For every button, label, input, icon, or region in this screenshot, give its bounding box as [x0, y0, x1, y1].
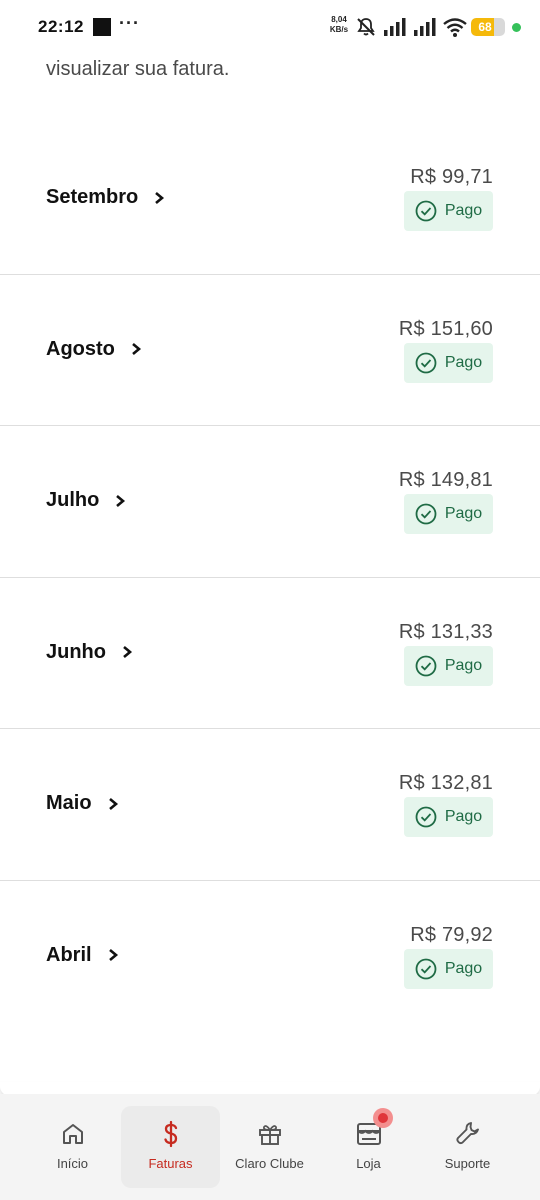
battery-level: 68: [478, 20, 492, 34]
chevron-right-icon: [155, 191, 165, 204]
invoice-row[interactable]: Maio R$ 132,81 Pago: [0, 729, 540, 881]
gift-icon: [256, 1120, 284, 1148]
invoice-amount: R$ 132,81: [398, 772, 493, 795]
status-bar: 22:12 ··· 8,04 KB/s 68: [0, 0, 540, 56]
nav-label: Início: [56, 1156, 89, 1171]
invoice-month: Setembro: [46, 186, 139, 208]
status-label: Pago: [444, 505, 483, 523]
invoice-row[interactable]: Agosto R$ 151,60 Pago: [0, 275, 540, 427]
invoice-row[interactable]: Abril R$ 79,92 Pago: [0, 881, 540, 1033]
status-badge: Pago: [404, 797, 493, 838]
more-notifications-icon: ···: [119, 13, 140, 33]
invoice-month: Maio: [46, 792, 92, 815]
nav-item-inicio[interactable]: Início: [23, 1106, 122, 1188]
status-badge: Pago: [404, 645, 493, 686]
invoice-amount: R$ 79,92: [410, 923, 493, 946]
nav-item-faturas[interactable]: Faturas: [121, 1106, 220, 1188]
nav-label: Suporte: [444, 1156, 491, 1171]
status-label: Pago: [444, 656, 483, 674]
status-label: Pago: [444, 959, 483, 977]
invoice-month-link[interactable]: Abril: [46, 944, 120, 967]
notification-badge-dot: [378, 1113, 388, 1123]
bottom-nav: Início Faturas Claro Clube Loja Suporte: [0, 1094, 540, 1200]
nav-item-loja[interactable]: Loja: [319, 1106, 418, 1188]
status-time: 22:12: [38, 17, 84, 36]
status-label: Pago: [444, 808, 483, 826]
check-circle-icon: [415, 352, 437, 373]
invoice-amount: R$ 151,60: [398, 317, 493, 340]
network-speed: 8,04 KB/s: [326, 15, 352, 35]
check-circle-icon: [415, 806, 437, 828]
nav-item-claro-clube[interactable]: Claro Clube: [220, 1106, 319, 1188]
invoice-month-link[interactable]: Julho: [46, 489, 127, 512]
chevron-right-icon: [116, 494, 126, 507]
invoice-list: Setembro R$ 99,71 Pago Agosto R$ 151,60 …: [0, 123, 540, 1033]
network-speed-unit: KB/s: [329, 25, 349, 34]
invoice-amount: R$ 99,71: [410, 166, 493, 188]
nav-label: Faturas: [148, 1156, 193, 1171]
signal-icon: [384, 18, 406, 36]
check-circle-icon: [415, 655, 437, 677]
home-icon: [59, 1120, 87, 1148]
invoice-month-link[interactable]: Agosto: [46, 338, 143, 361]
invoice-amount: R$ 149,81: [398, 469, 493, 492]
status-badge: Pago: [404, 948, 493, 989]
notification-badge: [373, 1108, 393, 1128]
invoice-month-link[interactable]: Junho: [46, 641, 134, 664]
privacy-indicator-dot: [512, 23, 521, 32]
invoice-month: Abril: [46, 943, 92, 966]
chevron-right-icon: [108, 797, 118, 810]
status-label: Pago: [444, 353, 483, 371]
status-badge: Pago: [404, 342, 493, 383]
chevron-right-icon: [132, 343, 141, 356]
status-label: Pago: [444, 202, 483, 219]
invoice-month: Agosto: [46, 337, 115, 360]
check-circle-icon: [415, 958, 437, 980]
signal-icon: [414, 18, 436, 36]
check-circle-icon: [415, 503, 437, 525]
intro-text: visualizar sua fatura.: [46, 58, 230, 80]
invoice-month-link[interactable]: Setembro: [46, 186, 166, 209]
invoice-row[interactable]: Setembro R$ 99,71 Pago: [0, 123, 540, 275]
check-circle-icon: [415, 200, 437, 222]
invoice-amount: R$ 131,33: [398, 620, 493, 643]
invoice-month: Julho: [46, 489, 100, 512]
invoice-row[interactable]: Julho R$ 149,81 Pago: [0, 426, 540, 578]
status-badge: Pago: [404, 494, 493, 535]
invoice-month-link[interactable]: Maio: [46, 792, 120, 815]
dollar-icon: [157, 1120, 185, 1148]
chevron-right-icon: [123, 646, 133, 659]
nav-item-suporte[interactable]: Suporte: [418, 1106, 517, 1188]
chevron-right-icon: [108, 949, 118, 962]
wrench-icon: [454, 1120, 482, 1148]
network-speed-value: 8,04: [331, 15, 347, 24]
nav-label: Loja: [356, 1156, 381, 1171]
mute-icon: [357, 18, 375, 36]
notification-app-icon: [93, 18, 111, 36]
status-badge: Pago: [404, 191, 493, 231]
invoice-month: Junho: [46, 640, 106, 663]
battery-icon: 68: [471, 18, 505, 36]
invoice-row[interactable]: Junho R$ 131,33 Pago: [0, 578, 540, 730]
wifi-icon: [443, 18, 467, 37]
nav-label: Claro Clube: [235, 1156, 304, 1171]
